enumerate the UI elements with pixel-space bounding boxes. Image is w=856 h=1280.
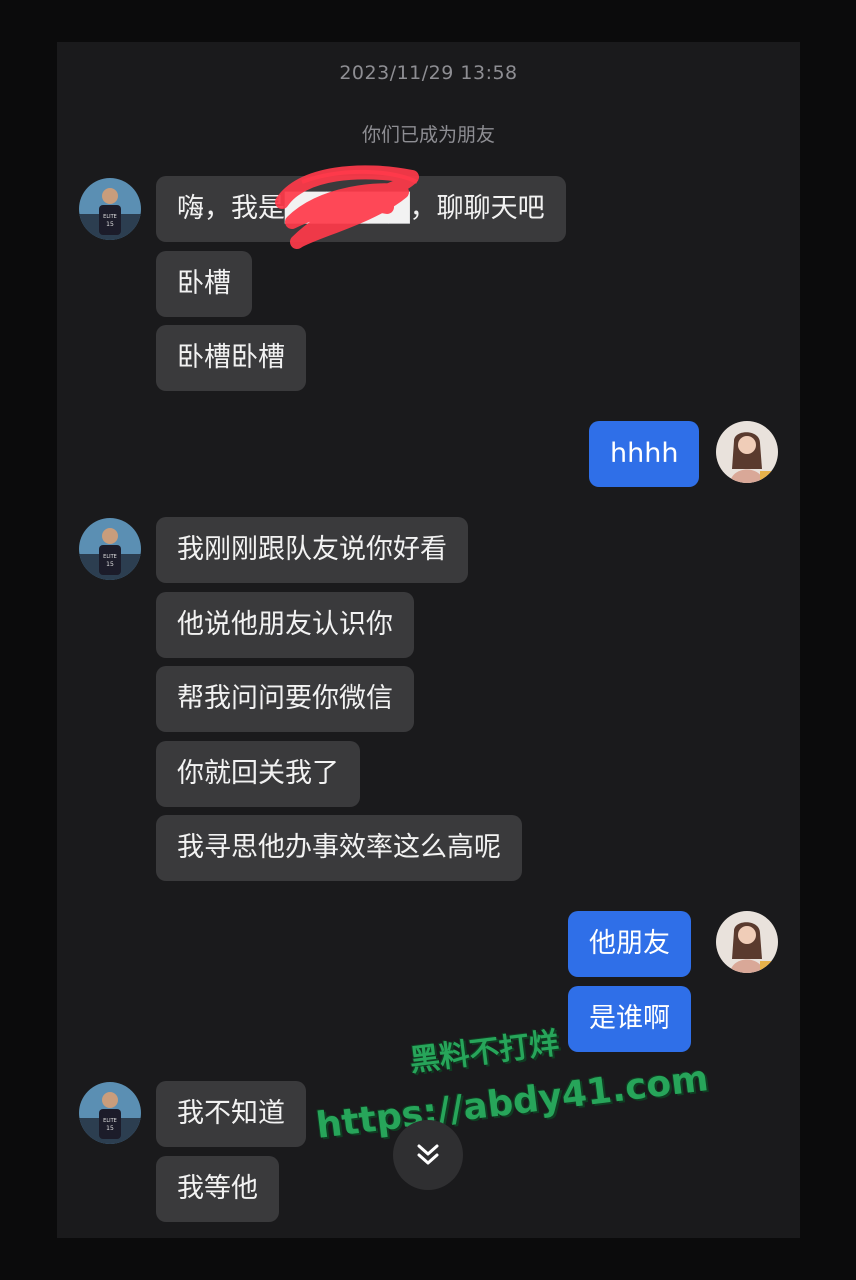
message-bubble-outgoing[interactable]: 他朋友 [568,911,691,977]
redaction-scribble [275,165,419,249]
watermark-url: https://abdy41.com [313,1058,711,1147]
contact-avatar[interactable]: ELITE 15 [79,518,141,580]
watermark-text: 黑料不打烊 [407,1025,562,1079]
system-notice: 你们已成为朋友 [361,124,495,146]
chevron-double-down-icon [417,1144,439,1165]
message-bubble-incoming[interactable]: 帮我问问要你微信 [156,666,414,732]
message-bubble-incoming[interactable]: 我刚刚跟队友说你好看 [156,517,468,583]
svg-text:15: 15 [106,1125,114,1132]
svg-text:ELITE: ELITE [103,1118,117,1124]
svg-text:15: 15 [106,221,114,228]
message-bubble-incoming[interactable]: 我等他 [156,1156,279,1222]
message-bubble-incoming[interactable]: 你就回关我了 [156,741,360,807]
chat-screen: 2023/11/29 13:58 你们已成为朋友 ELITE 15 嗨，我是██… [57,42,800,1238]
svg-text:ELITE: ELITE [103,214,117,220]
user-avatar[interactable] [716,421,778,483]
message-bubble-incoming[interactable]: 他说他朋友认识你 [156,592,414,658]
message-bubble-incoming[interactable]: 卧槽 [156,251,252,317]
message-bubble-incoming[interactable]: 我寻思他办事效率这么高呢 [156,815,522,881]
message-bubble-outgoing[interactable]: hhhh [589,421,700,487]
message-bubble-incoming[interactable]: 卧槽卧槽 [156,325,306,391]
svg-text:ELITE: ELITE [103,554,117,560]
chat-timestamp: 2023/11/29 13:58 [339,62,518,84]
svg-text:15: 15 [106,561,114,568]
message-bubble-outgoing[interactable]: 是谁啊 [568,986,691,1052]
scroll-to-bottom-button[interactable] [393,1120,463,1190]
user-avatar[interactable] [716,911,778,973]
message-bubble-incoming[interactable]: 我不知道 [156,1081,306,1147]
contact-avatar[interactable]: ELITE 15 [79,1082,141,1144]
contact-avatar[interactable]: ELITE 15 [79,178,141,240]
